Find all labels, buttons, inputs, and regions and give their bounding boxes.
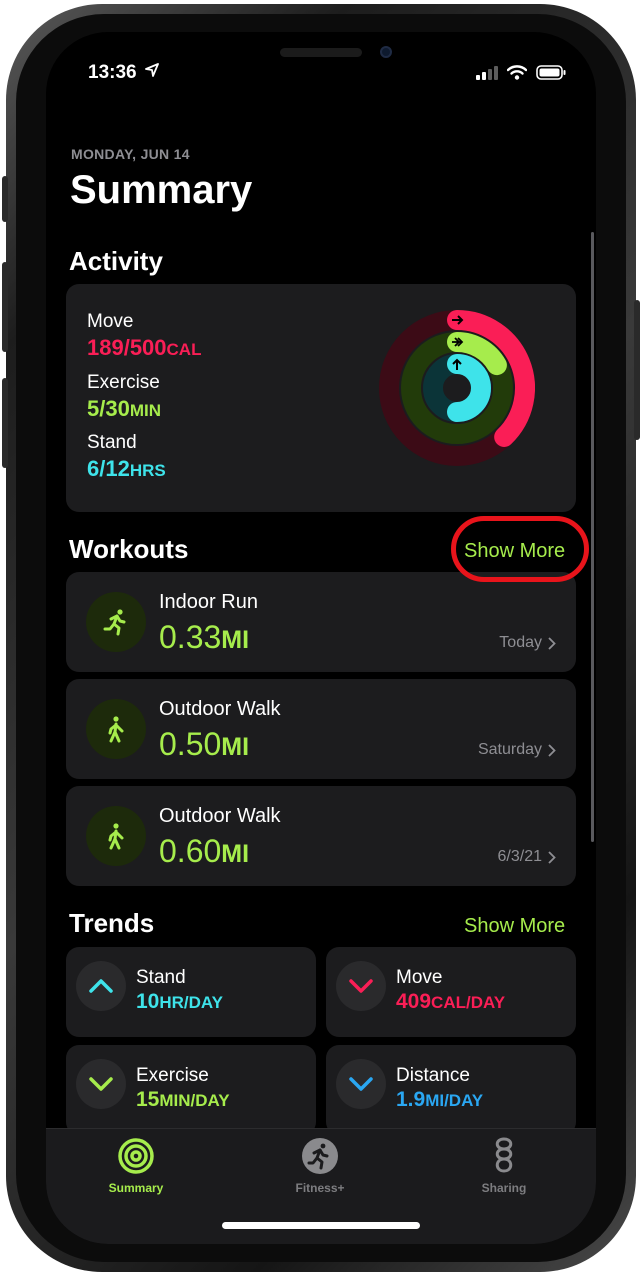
trend-name: Move	[396, 967, 443, 988]
date-label: MONDAY, JUN 14	[71, 146, 190, 162]
activity-rings	[379, 310, 535, 466]
page-title: Summary	[70, 168, 253, 212]
workout-row[interactable]: Outdoor Walk 0.60MI 6/3/21	[66, 786, 576, 886]
wifi-icon	[507, 65, 527, 80]
workout-distance: 0.60MI	[159, 833, 250, 869]
trend-card-move[interactable]: Move 409CAL/DAY	[326, 947, 576, 1037]
status-icons	[476, 65, 566, 80]
activity-card[interactable]: Move 189/500CAL Exercise 5/30MIN Stand 6…	[66, 284, 576, 512]
move-unit: CAL	[166, 340, 202, 359]
tab-summary[interactable]: Summary	[76, 1137, 196, 1195]
trend-card-stand[interactable]: Stand 10HR/DAY	[66, 947, 316, 1037]
workout-row[interactable]: Indoor Run 0.33MI Today	[66, 572, 576, 672]
walking-figure-icon	[86, 806, 146, 866]
workout-distance: 0.50MI	[159, 726, 250, 762]
workout-name: Indoor Run	[159, 591, 258, 613]
trend-value: 1.9MI/DAY	[396, 1088, 484, 1111]
workout-distance: 0.33MI	[159, 619, 250, 655]
trend-down-arrow-icon	[336, 961, 386, 1011]
fitness-plus-runner-icon	[302, 1138, 338, 1174]
chevron-right-icon	[548, 850, 556, 864]
trend-unit: HR/DAY	[159, 993, 223, 1012]
status-time: 13:36	[88, 62, 159, 84]
exercise-value: 5/30MIN	[87, 396, 161, 421]
chevron-right-icon	[548, 636, 556, 650]
trend-value: 10HR/DAY	[136, 990, 223, 1013]
workout-name: Outdoor Walk	[159, 805, 281, 827]
trend-unit: MI/DAY	[425, 1091, 484, 1110]
sharing-icon	[495, 1137, 513, 1173]
trend-unit: CAL/DAY	[431, 993, 506, 1012]
trend-down-arrow-icon	[76, 1059, 126, 1109]
workout-row[interactable]: Outdoor Walk 0.50MI Saturday	[66, 679, 576, 779]
side-button	[634, 300, 640, 440]
trend-card-distance[interactable]: Distance 1.9MI/DAY	[326, 1045, 576, 1135]
workout-unit: MI	[221, 626, 250, 654]
move-value: 189/500CAL	[87, 335, 202, 360]
location-arrow-icon	[144, 63, 159, 77]
activity-section-title: Activity	[69, 246, 163, 276]
highlight-annotation-circle	[451, 516, 589, 582]
tab-fitness-plus[interactable]: Fitness+	[260, 1137, 380, 1195]
exercise-label: Exercise	[87, 372, 160, 393]
battery-icon	[536, 65, 566, 80]
running-figure-icon	[86, 592, 146, 652]
trend-name: Distance	[396, 1065, 470, 1086]
trend-card-exercise[interactable]: Exercise 15MIN/DAY	[66, 1045, 316, 1135]
tab-label: Sharing	[481, 1181, 527, 1195]
home-indicator[interactable]	[222, 1222, 420, 1229]
chevron-right-icon	[548, 743, 556, 757]
workout-date: Saturday	[478, 741, 556, 759]
earpiece-speaker	[280, 48, 362, 57]
tab-label: Fitness+	[295, 1181, 345, 1195]
cellular-signal-icon	[476, 65, 498, 80]
activity-rings-icon	[118, 1138, 154, 1174]
trend-value: 409CAL/DAY	[396, 990, 506, 1013]
tab-sharing[interactable]: Sharing	[444, 1137, 564, 1195]
stand-value: 6/12HRS	[87, 456, 166, 481]
trend-down-arrow-icon	[336, 1059, 386, 1109]
notch	[242, 32, 400, 62]
stand-unit: HRS	[129, 461, 166, 480]
workout-unit: MI	[221, 733, 250, 761]
trend-value: 15MIN/DAY	[136, 1088, 230, 1111]
mute-switch	[2, 176, 8, 222]
walking-figure-icon	[86, 699, 146, 759]
workout-date: 6/3/21	[498, 848, 556, 866]
workout-name: Outdoor Walk	[159, 698, 281, 720]
workout-unit: MI	[221, 840, 250, 868]
tab-label: Summary	[108, 1181, 164, 1195]
scroll-indicator[interactable]	[591, 232, 594, 842]
trend-unit: MIN/DAY	[159, 1091, 230, 1110]
trend-name: Exercise	[136, 1065, 209, 1086]
stand-label: Stand	[87, 432, 137, 453]
move-label: Move	[87, 311, 134, 332]
phone-screen: 13:36 MONDAY, JUN 14 Summary Activity Mo…	[46, 32, 596, 1244]
stand-ring-progress	[447, 354, 491, 422]
trends-section-title: Trends	[69, 908, 155, 938]
workout-date: Today	[499, 634, 556, 652]
volume-down-button	[2, 378, 8, 468]
front-camera	[380, 46, 392, 58]
volume-up-button	[2, 262, 8, 352]
trends-show-more-link[interactable]: Show More	[464, 915, 565, 938]
trend-name: Stand	[136, 967, 186, 988]
exercise-unit: MIN	[129, 401, 161, 420]
workouts-section-title: Workouts	[69, 534, 189, 564]
trend-up-arrow-icon	[76, 961, 126, 1011]
